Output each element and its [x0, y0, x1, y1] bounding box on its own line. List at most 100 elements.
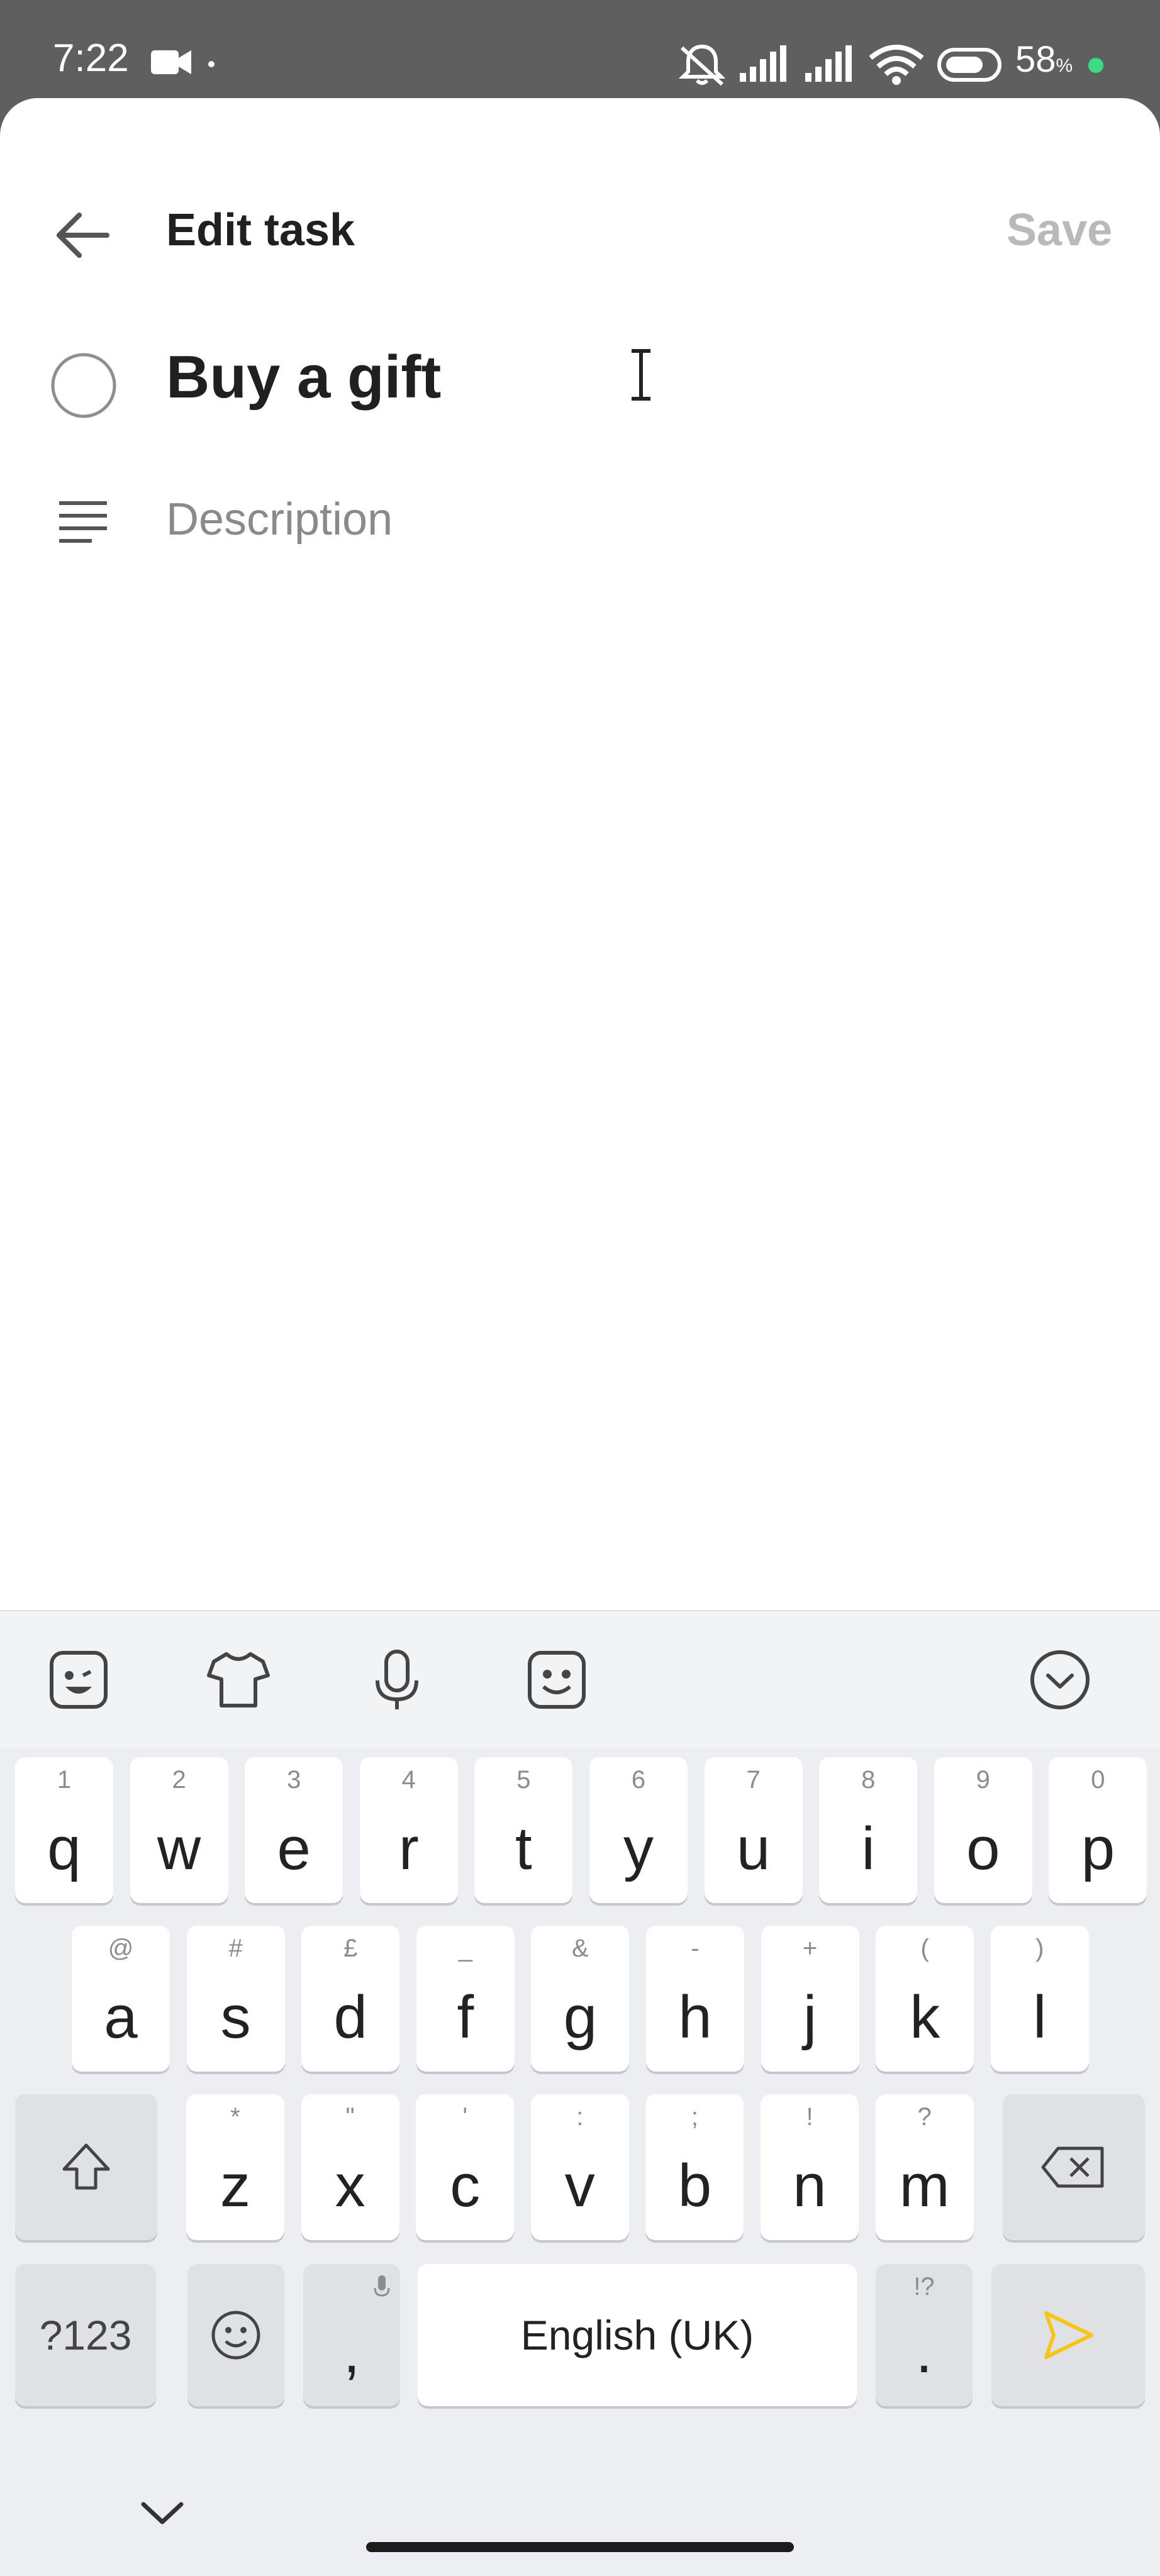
- key-b[interactable]: ; b: [645, 2094, 744, 2240]
- key-letter: j: [803, 1984, 817, 2051]
- key-hint: (: [920, 1935, 929, 1962]
- key-hint: ;: [691, 2103, 698, 2131]
- key-hint: -: [691, 1935, 700, 1962]
- microphone-icon[interactable]: [362, 1645, 432, 1714]
- sticker-icon[interactable]: [44, 1645, 113, 1714]
- symbols-key[interactable]: ?123: [15, 2264, 156, 2406]
- emoji-key[interactable]: [187, 2264, 284, 2406]
- key-n[interactable]: ! n: [761, 2094, 859, 2240]
- key-letter: v: [564, 2152, 595, 2219]
- key-hint: 7: [746, 1766, 761, 1794]
- key-hint: ): [1035, 1935, 1044, 1962]
- key-c[interactable]: ' c: [416, 2094, 515, 2240]
- chevron-down-icon[interactable]: [137, 2494, 187, 2532]
- key-letter: w: [157, 1815, 201, 1882]
- period-key[interactable]: !? .: [876, 2264, 973, 2406]
- key-hint: £: [343, 1935, 358, 1962]
- key-hint: &: [572, 1935, 589, 1962]
- signal-icon: [740, 45, 786, 82]
- key-hint: 0: [1091, 1766, 1105, 1794]
- key-e[interactable]: 3e: [245, 1757, 343, 1903]
- key-q[interactable]: 1q: [15, 1757, 113, 1903]
- collapse-chevron-icon[interactable]: [1025, 1645, 1095, 1714]
- key-o[interactable]: 9o: [934, 1757, 1032, 1903]
- key-letter: e: [277, 1815, 311, 1882]
- key-t[interactable]: 5t: [474, 1757, 573, 1903]
- key-v[interactable]: :v: [530, 2094, 629, 2240]
- key-letter: x: [335, 2152, 365, 2219]
- key-u[interactable]: 7u: [704, 1757, 803, 1903]
- key-letter: p: [1081, 1815, 1115, 1882]
- keyboard-toolbar: [0, 1611, 1160, 1747]
- gesture-nav-handle[interactable]: [366, 2542, 794, 2552]
- comma-key[interactable]: ,: [303, 2264, 400, 2406]
- key-d[interactable]: £ d: [301, 1926, 400, 2072]
- send-key[interactable]: [991, 2264, 1145, 2406]
- key-letter: m: [899, 2152, 950, 2219]
- key-f[interactable]: _ f: [416, 1926, 515, 2072]
- shift-key[interactable]: [15, 2094, 157, 2240]
- description-field[interactable]: Description: [166, 497, 393, 542]
- key-j[interactable]: + j: [761, 1926, 859, 2072]
- keyboard: 1 q 2 w 3 e 4 r 5 t 6 y 7 u 8 i 9 o 0 p @ a # s £ d _ f & g - h + j(k) l * z…: [0, 1610, 1160, 2576]
- key-letter: o: [966, 1815, 1000, 1882]
- key-hint: 9: [976, 1766, 990, 1794]
- key-letter: q: [47, 1815, 81, 1882]
- signal-icon: [805, 45, 852, 82]
- key-hint: 8: [861, 1766, 876, 1794]
- save-button[interactable]: Save: [1007, 208, 1112, 253]
- small-microphone-icon: [374, 2275, 390, 2297]
- send-icon: [1044, 2311, 1093, 2359]
- arrow-left-icon[interactable]: [53, 205, 113, 265]
- theme-shirt-icon[interactable]: [204, 1645, 273, 1714]
- edit-task-sheet: [0, 98, 1160, 1611]
- key-hint: !: [806, 2103, 813, 2131]
- backspace-key[interactable]: [1003, 2094, 1145, 2240]
- key-letter: u: [736, 1815, 771, 1882]
- comma-key-label: ,: [343, 2318, 360, 2385]
- video-camera-icon: [151, 50, 191, 74]
- key-z[interactable]: * z: [186, 2094, 284, 2240]
- task-title-input[interactable]: Buy a gift: [166, 347, 441, 408]
- key-x[interactable]: " x: [301, 2094, 399, 2240]
- key-letter: t: [515, 1815, 532, 1882]
- key-r[interactable]: 4r: [359, 1757, 458, 1903]
- period-key-hint: !?: [913, 2273, 935, 2301]
- key-letter: i: [861, 1815, 875, 1882]
- key-letter: n: [793, 2152, 827, 2219]
- wifi-icon: [869, 45, 924, 85]
- key-g[interactable]: & g: [531, 1926, 630, 2072]
- key-l[interactable]: ) l: [990, 1926, 1089, 2072]
- silent-mode-icon: [678, 44, 726, 86]
- text-cursor-icon: [632, 349, 650, 401]
- key-s[interactable]: # s: [186, 1926, 285, 2072]
- key-hint: 6: [631, 1766, 646, 1794]
- battery-icon: [937, 48, 1001, 82]
- key-letter: s: [220, 1984, 251, 2051]
- key-h[interactable]: -h: [646, 1926, 744, 2072]
- key-letter: d: [333, 1984, 367, 2051]
- key-hint: @: [108, 1935, 134, 1962]
- battery-percent: 58%: [1015, 39, 1073, 80]
- emoji-sticker-icon[interactable]: [522, 1645, 591, 1714]
- circle-checkbox-icon[interactable]: [49, 351, 118, 420]
- period-key-label: .: [915, 2318, 933, 2385]
- space-key-label: English (UK): [520, 2312, 754, 2358]
- key-a[interactable]: @ a: [72, 1926, 170, 2072]
- key-letter: z: [220, 2152, 250, 2219]
- key-letter: c: [450, 2152, 481, 2219]
- symbols-key-label: ?123: [39, 2312, 132, 2358]
- key-w[interactable]: 2w: [130, 1757, 228, 1903]
- key-i[interactable]: 8i: [819, 1757, 918, 1903]
- key-y[interactable]: 6y: [589, 1757, 688, 1903]
- key-hint: 4: [401, 1766, 416, 1794]
- page-title: Edit task: [166, 205, 355, 255]
- key-letter: k: [910, 1984, 940, 2051]
- key-m[interactable]: ? m: [875, 2094, 974, 2240]
- space-key[interactable]: English (UK): [418, 2264, 857, 2406]
- key-letter: a: [104, 1984, 138, 2051]
- status-bar: 7:22 58%: [0, 0, 1160, 107]
- key-k[interactable]: (k: [876, 1926, 974, 2072]
- key-letter: h: [678, 1984, 712, 2051]
- key-p[interactable]: 0p: [1049, 1757, 1147, 1903]
